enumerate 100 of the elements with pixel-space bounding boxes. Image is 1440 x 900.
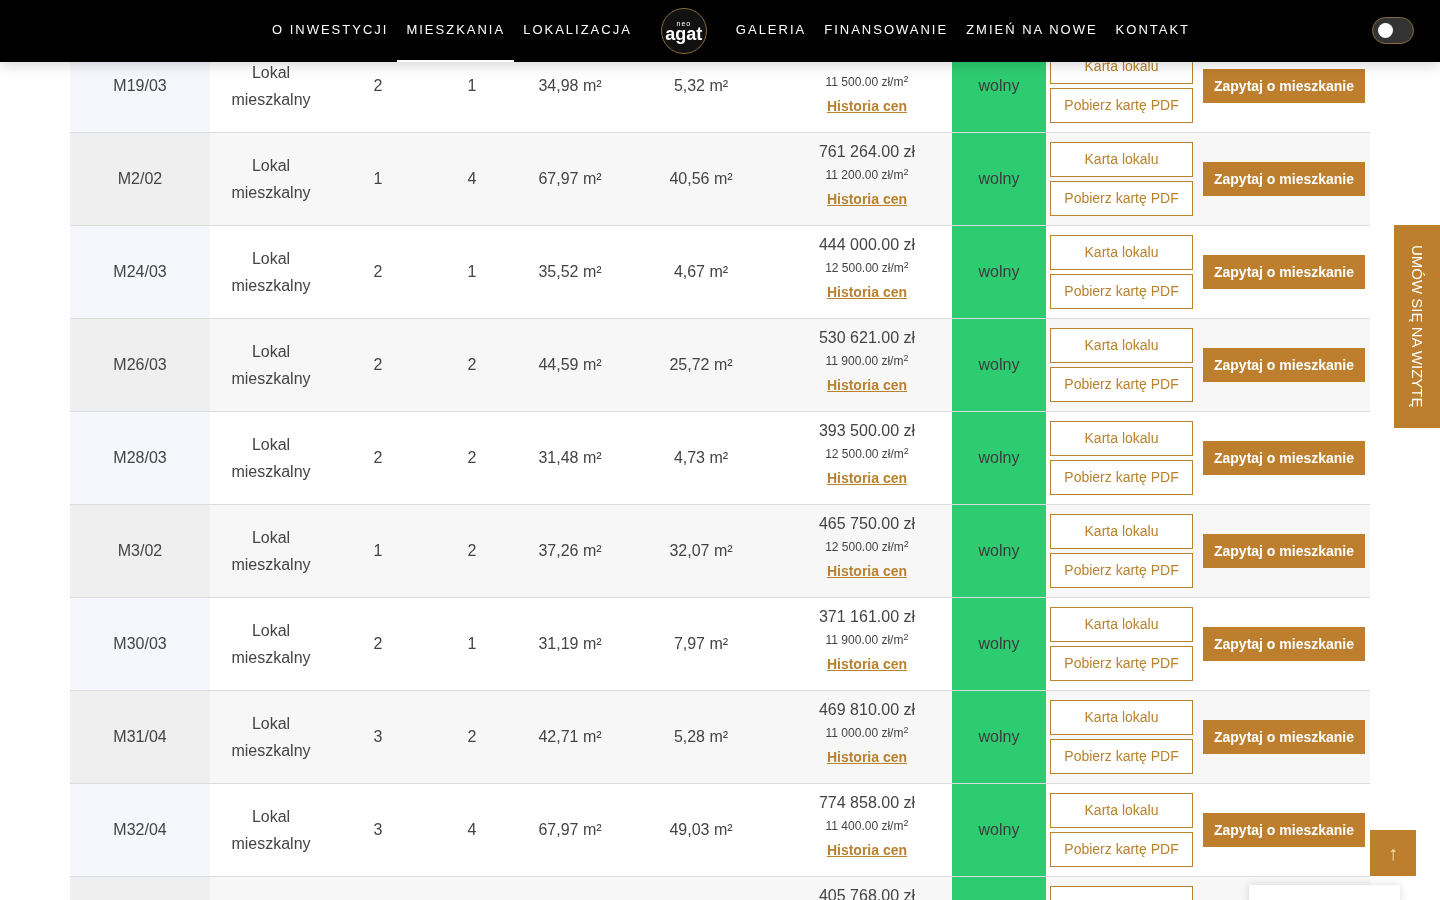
unit-area: 67,97 m² [538, 818, 602, 842]
price-history-link[interactable]: Historia cen [826, 747, 908, 768]
visit-tab[interactable]: UMÓW SIĘ NA WIZYTĘ [1394, 225, 1440, 428]
status-label: wolny [978, 262, 1020, 282]
ask-button[interactable]: Zapytaj o mieszkanie [1203, 162, 1365, 196]
pdf-download-button[interactable]: Pobierz kartę PDF [1050, 181, 1193, 216]
unit-card-button[interactable]: Karta lokalu [1050, 700, 1193, 735]
rooms-count: 3 [373, 820, 383, 840]
unit-type: Lokal mieszkalny [230, 621, 312, 668]
price-history-link[interactable]: Historia cen [826, 282, 908, 303]
unit-number: M2/02 [117, 169, 163, 189]
ask-button[interactable]: Zapytaj o mieszkanie [1203, 813, 1365, 847]
rooms-count: 2 [373, 76, 383, 96]
floor-number: 2 [467, 355, 477, 375]
unit-area: 31,48 m² [538, 446, 602, 470]
unit-number: M28/03 [113, 448, 167, 468]
unit-price: 761 264.00 zł [818, 142, 916, 162]
unit-type: Lokal mieszkalny [230, 156, 312, 203]
price-per-meter: 11 500.00 zł/m$^{2}$ [825, 72, 909, 91]
price-history-link[interactable]: Historia cen [826, 375, 908, 396]
status-label: wolny [978, 541, 1020, 561]
status-label: wolny [978, 727, 1020, 747]
unit-card-button[interactable]: Karta lokalu [1050, 793, 1193, 828]
unit-area: 31,19 m² [538, 632, 602, 656]
extra-area: 49,03 m² [669, 818, 733, 842]
pdf-download-button[interactable]: Pobierz kartę PDF [1050, 739, 1193, 774]
rooms-count: 3 [373, 727, 383, 747]
rooms-count: 2 [373, 448, 383, 468]
unit-card-button[interactable]: Karta lokalu [1050, 421, 1193, 456]
unit-type: Lokal mieszkalny [230, 342, 312, 389]
ask-button[interactable]: Zapytaj o mieszkanie [1203, 255, 1365, 289]
unit-card-button[interactable]: Karta lokalu [1050, 235, 1193, 270]
unit-number: M3/02 [117, 541, 163, 561]
ask-button[interactable]: Zapytaj o mieszkanie [1203, 69, 1365, 103]
price-per-meter: 12 500.00 zł/m$^{2}$ [825, 444, 909, 463]
pdf-download-button[interactable]: Pobierz kartę PDF [1050, 88, 1193, 123]
unit-type: Lokal mieszkalny [230, 714, 312, 761]
pdf-download-button[interactable]: Pobierz kartę PDF [1050, 367, 1193, 402]
floor-number: 4 [467, 820, 477, 840]
floor-number: 2 [467, 448, 477, 468]
extra-area: 5,32 m² [673, 74, 729, 98]
price-history-link[interactable]: Historia cen [826, 840, 908, 861]
nav-link[interactable]: LOKALIZACJA [514, 0, 641, 62]
price-per-meter: 11 900.00 zł/m$^{2}$ [825, 630, 909, 649]
nav-link[interactable]: GALERIA [726, 0, 816, 62]
price-history-link[interactable]: Historia cen [826, 654, 908, 675]
nav-link[interactable]: O INWESTYCJI [262, 0, 398, 62]
extra-area: 32,07 m² [669, 539, 733, 563]
ask-button[interactable]: Zapytaj o mieszkanie [1203, 534, 1365, 568]
extra-area: 4,67 m² [673, 260, 729, 284]
price-per-meter: 12 500.00 zł/m$^{2}$ [825, 537, 909, 556]
floor-number: 2 [467, 727, 477, 747]
extra-area: 5,28 m² [673, 725, 729, 749]
price-history-link[interactable]: Historia cen [826, 189, 908, 210]
unit-number: M19/03 [113, 76, 167, 96]
scroll-top-button[interactable]: ↑ [1370, 830, 1416, 876]
unit-card-button[interactable]: Karta lokalu [1050, 328, 1193, 363]
status-label: wolny [978, 76, 1020, 96]
unit-type: Lokal mieszkalny [230, 528, 312, 575]
theme-toggle[interactable] [1372, 17, 1414, 44]
ask-button[interactable]: Zapytaj o mieszkanie [1203, 441, 1365, 475]
pdf-download-button[interactable]: Pobierz kartę PDF [1050, 832, 1193, 867]
unit-type: Lokal mieszkalny [230, 63, 312, 110]
unit-type: Lokal mieszkalny [230, 249, 312, 296]
floor-number: 2 [467, 541, 477, 561]
pdf-download-button[interactable]: Pobierz kartę PDF [1050, 553, 1193, 588]
pdf-download-button[interactable]: Pobierz kartę PDF [1050, 646, 1193, 681]
status-label: wolny [978, 448, 1020, 468]
nav-link[interactable]: ZMIEŃ NA NOWE [957, 0, 1107, 62]
status-label: wolny [978, 169, 1020, 189]
extra-area: 25,72 m² [669, 353, 733, 377]
nav-link[interactable]: FINANSOWANIE [815, 0, 958, 62]
rooms-count: 2 [373, 634, 383, 654]
ask-button[interactable]: Zapytaj o mieszkanie [1203, 720, 1365, 754]
price-history-link[interactable]: Historia cen [826, 561, 908, 582]
unit-area: 34,98 m² [538, 74, 602, 98]
unit-area: 67,97 m² [538, 167, 602, 191]
pdf-download-button[interactable]: Pobierz kartę PDF [1050, 274, 1193, 309]
unit-card-button[interactable]: Karta lokalu [1050, 607, 1193, 642]
unit-area: 37,26 m² [538, 539, 602, 563]
ask-button[interactable]: Zapytaj o mieszkanie [1203, 348, 1365, 382]
ask-button[interactable]: Zapytaj o mieszkanie [1203, 627, 1365, 661]
unit-card-button[interactable]: Karta lokalu [1050, 142, 1193, 177]
rooms-count: 1 [373, 541, 383, 561]
extra-area: 4,73 m² [673, 446, 729, 470]
extra-area: 40,56 m² [669, 167, 733, 191]
floor-number: 1 [467, 634, 477, 654]
pdf-download-button[interactable]: Pobierz kartę PDF [1050, 460, 1193, 495]
unit-number: M32/04 [113, 820, 167, 840]
unit-price: 371 161.00 zł [818, 607, 916, 627]
nav-link[interactable]: KONTAKT [1106, 0, 1200, 62]
unit-card-button[interactable]: Karta lokalu [1050, 514, 1193, 549]
price-history-link[interactable]: Historia cen [826, 96, 908, 117]
unit-type: Lokal mieszkalny [230, 435, 312, 482]
unit-price: 469 810.00 zł [818, 700, 916, 720]
price-per-meter: 11 400.00 zł/m$^{2}$ [825, 816, 909, 835]
rooms-count: 1 [373, 169, 383, 189]
price-history-link[interactable]: Historia cen [826, 468, 908, 489]
unit-price: 393 500.00 zł [818, 421, 916, 441]
unit-price: 530 621.00 zł [818, 328, 916, 348]
